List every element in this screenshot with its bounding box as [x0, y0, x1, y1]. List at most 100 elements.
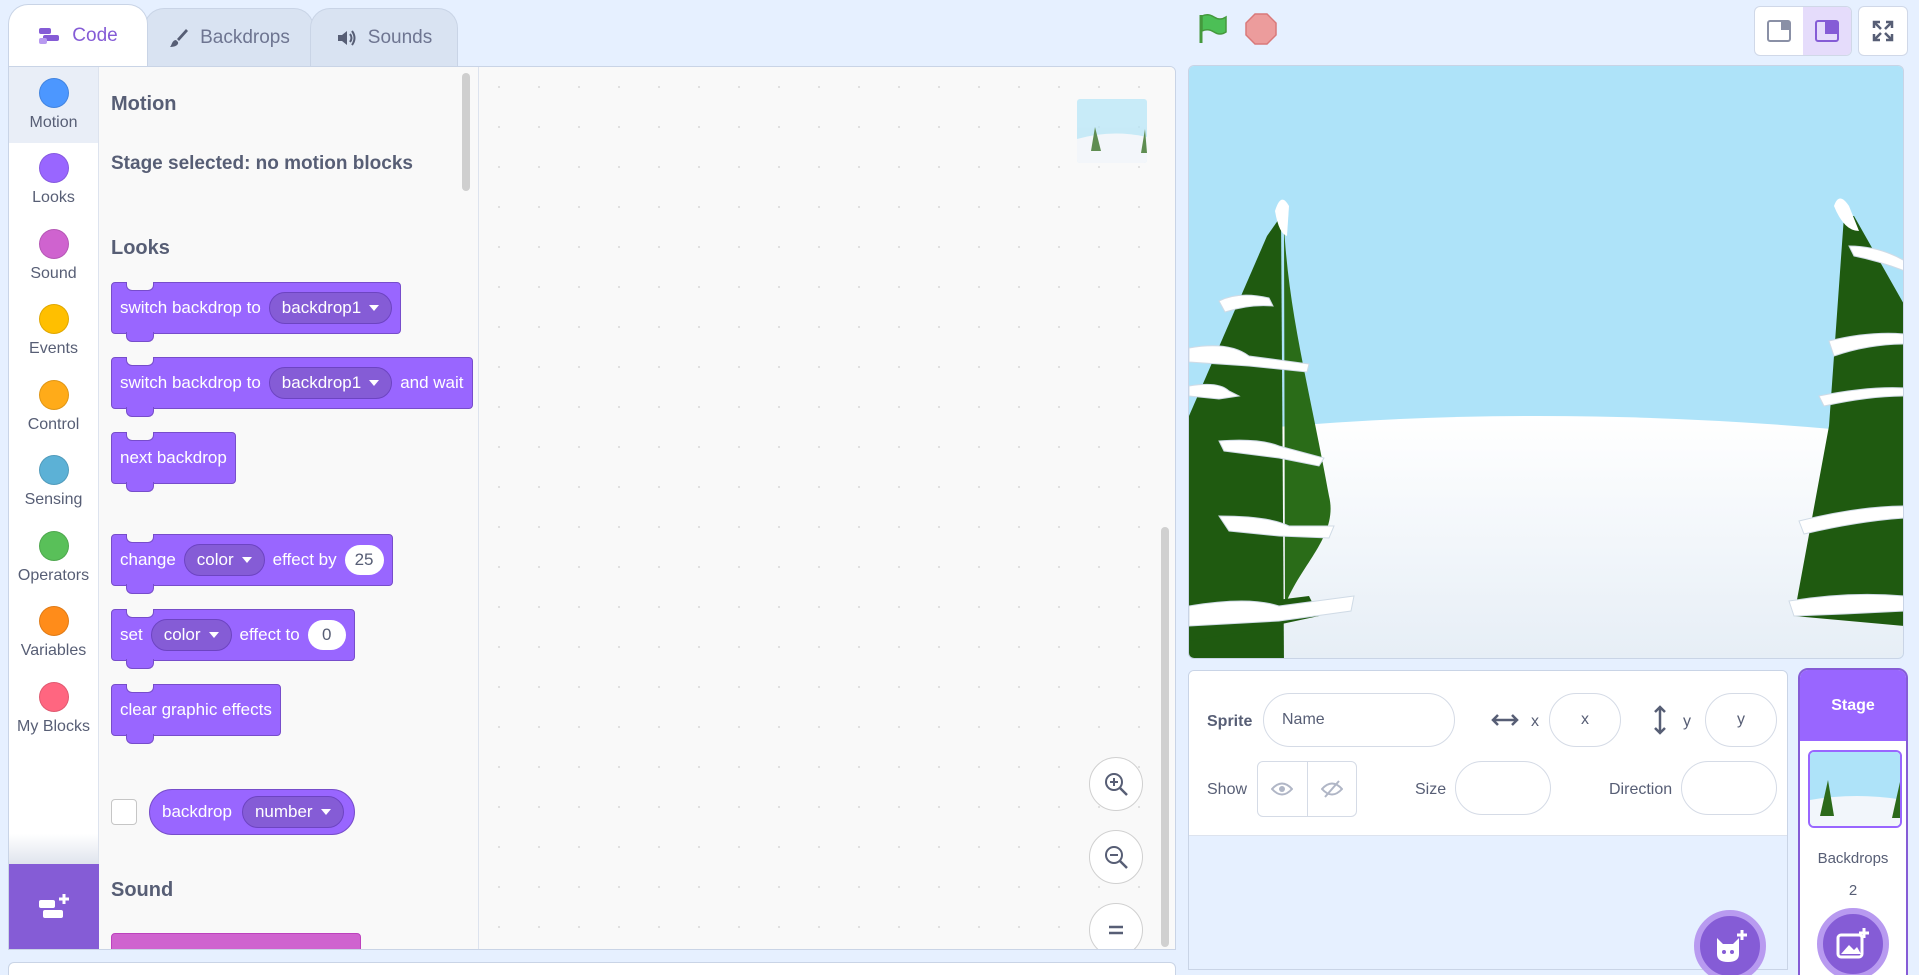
effect-value-input[interactable]: 0: [307, 620, 346, 650]
backdrop-monitor-checkbox[interactable]: [111, 799, 137, 825]
green-flag-icon: [1199, 13, 1227, 43]
category-operators[interactable]: Operators: [9, 520, 98, 596]
sensing-category-icon: [38, 455, 69, 486]
category-control[interactable]: Control: [9, 369, 98, 445]
workspace-scrollbar[interactable]: [1161, 527, 1169, 947]
block-text: switch backdrop to: [120, 298, 261, 317]
backdrop-dropdown[interactable]: backdrop1: [268, 367, 393, 399]
effect-dropdown[interactable]: color: [183, 544, 265, 576]
block-text-mid: effect to: [239, 625, 300, 644]
small-stage-button[interactable]: [1755, 7, 1803, 55]
backdrop-reporter-block[interactable]: backdrop number: [149, 789, 355, 835]
next-backdrop-block[interactable]: next backdrop: [111, 432, 236, 492]
stop-button[interactable]: [1244, 12, 1278, 51]
add-sprite-button[interactable]: [1694, 910, 1766, 975]
category-label: Operators: [17, 566, 90, 584]
horizontal-arrows-icon: [1491, 714, 1519, 726]
effect-amount-input[interactable]: 25: [344, 545, 384, 575]
switch-backdrop-block[interactable]: switch backdrop to backdrop1: [111, 282, 402, 342]
x-label: x: [1531, 713, 1539, 730]
sprite-label: Sprite: [1207, 713, 1253, 730]
cat-plus-icon: [1717, 930, 1747, 962]
eye-icon: [1271, 782, 1294, 796]
caret-down-icon: [241, 557, 252, 563]
stage-canvas[interactable]: [1188, 65, 1904, 659]
clear-graphic-effects-block[interactable]: clear graphic effects: [111, 684, 281, 744]
zoom-out-button[interactable]: [1089, 830, 1143, 884]
x-position-field[interactable]: x: [1549, 693, 1621, 747]
palette-scrollbar[interactable]: [462, 73, 470, 191]
stage-thumbnail: [1077, 99, 1147, 163]
sound-block-partial[interactable]: [111, 933, 361, 949]
backdrop-dropdown[interactable]: backdrop1: [268, 292, 393, 324]
block-text: clear graphic effects: [120, 700, 272, 719]
category-looks[interactable]: Looks: [9, 143, 98, 219]
category-sound[interactable]: Sound: [9, 218, 98, 294]
zoom-in-button[interactable]: [1089, 757, 1143, 811]
size-label: Size: [1415, 781, 1447, 798]
operators-category-icon: [38, 530, 69, 561]
green-flag-button[interactable]: [1196, 12, 1230, 51]
sprite-info: Sprite Name x x y y Show Size Direction: [1189, 671, 1787, 836]
block-text: switch backdrop to: [120, 373, 261, 392]
category-fade: [9, 834, 99, 864]
tab-backdrops[interactable]: Backdrops: [144, 8, 314, 66]
block-text: change: [120, 550, 176, 569]
small-stage-icon: [1767, 20, 1791, 42]
category-label: Looks: [32, 189, 75, 207]
backdrops-count: 2: [1848, 882, 1858, 899]
fullscreen-icon: [1872, 20, 1894, 42]
category-label: Motion: [29, 113, 78, 131]
zoom-reset-button[interactable]: [1089, 903, 1143, 949]
set-effect-block[interactable]: set color effect to 0: [111, 609, 355, 669]
category-events[interactable]: Events: [9, 294, 98, 370]
effect-dropdown[interactable]: color: [150, 619, 232, 651]
dropdown-value: number: [254, 802, 313, 821]
direction-label: Direction: [1609, 781, 1673, 798]
code-editor: Motion Looks Sound Events Control Sensin…: [8, 66, 1176, 950]
hide-sprite-button[interactable]: [1306, 762, 1357, 816]
sprite-name-field[interactable]: Name: [1263, 693, 1455, 747]
large-stage-icon: [1815, 20, 1839, 42]
tab-sounds[interactable]: Sounds: [310, 8, 458, 66]
x-placeholder: x: [1581, 711, 1589, 728]
switch-backdrop-wait-block[interactable]: switch backdrop to backdrop1 and wait: [111, 357, 473, 417]
direction-field[interactable]: [1681, 761, 1777, 815]
show-sprite-button[interactable]: [1258, 762, 1307, 816]
block-text-mid: effect by: [272, 550, 337, 569]
add-extension-button[interactable]: [9, 864, 99, 949]
category-label: Sound: [30, 264, 77, 282]
large-stage-button[interactable]: [1803, 7, 1851, 55]
editor-tabs: Code Backdrops Sounds: [8, 4, 458, 66]
code-icon: [39, 27, 60, 44]
backpack-bar[interactable]: [8, 962, 1176, 975]
sound-category-icon: [38, 228, 69, 259]
stage-size-toggle: [1754, 6, 1852, 56]
caret-down-icon: [208, 632, 219, 638]
category-sensing[interactable]: Sensing: [9, 445, 98, 521]
visibility-toggle: [1257, 761, 1357, 817]
category-my-blocks[interactable]: My Blocks: [9, 671, 98, 747]
dropdown-value: color: [163, 625, 201, 644]
motion-section-title: Motion: [111, 93, 177, 115]
looks-category-icon: [38, 153, 69, 184]
add-backdrop-button[interactable]: [1817, 908, 1889, 975]
backdrop-property-dropdown[interactable]: number: [241, 796, 344, 828]
vertical-arrows-icon: [1654, 705, 1666, 735]
sprite-name-placeholder: Name: [1282, 711, 1325, 728]
block-text: set: [120, 625, 143, 644]
caret-down-icon: [369, 305, 380, 311]
y-position-field[interactable]: y: [1705, 693, 1777, 747]
change-effect-block[interactable]: change color effect by 25: [111, 534, 393, 594]
category-motion[interactable]: Motion: [9, 67, 98, 143]
script-workspace[interactable]: [479, 67, 1175, 949]
stage-selector[interactable]: Stage Backdrops 2: [1798, 668, 1908, 975]
fullscreen-button[interactable]: [1858, 6, 1908, 56]
block-text: backdrop: [162, 802, 232, 821]
dropdown-value: backdrop1: [281, 298, 362, 317]
tab-code[interactable]: Code: [8, 4, 148, 66]
category-variables[interactable]: Variables: [9, 596, 98, 672]
show-label: Show: [1207, 781, 1248, 798]
size-field[interactable]: [1455, 761, 1551, 815]
dropdown-value: color: [196, 550, 234, 569]
